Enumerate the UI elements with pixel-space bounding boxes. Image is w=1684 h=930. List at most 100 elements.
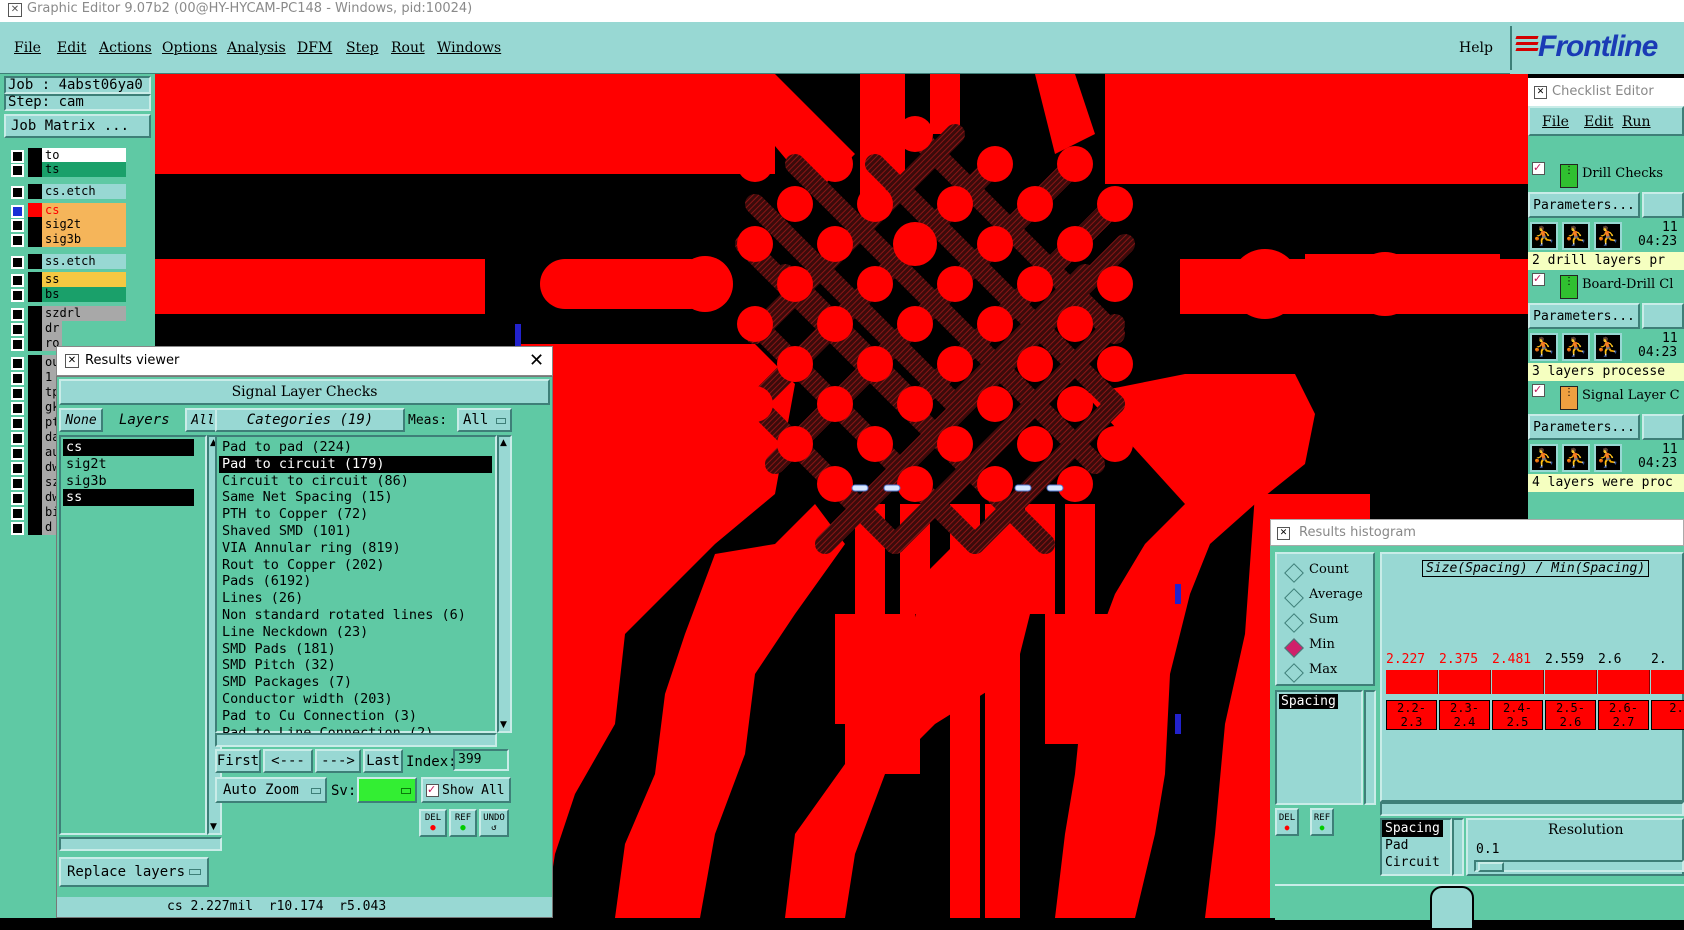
layer-checkbox[interactable] — [11, 387, 24, 400]
layer-row[interactable]: ts — [8, 162, 126, 177]
layer-checkbox[interactable] — [11, 308, 24, 321]
layer-row[interactable]: dr — [8, 321, 126, 336]
layer-row[interactable]: cs — [8, 203, 126, 218]
parameters-extra-button[interactable] — [1642, 303, 1684, 329]
run-check-icon[interactable]: ⛹ — [1530, 222, 1558, 250]
run-check-icon[interactable]: ⛹ — [1594, 333, 1622, 361]
category-list-item[interactable]: Conductor width (203) — [219, 691, 492, 708]
parameters-button[interactable]: Parameters... — [1528, 414, 1640, 440]
category-list-item[interactable]: Pad to Cu Connection (3) — [219, 708, 492, 725]
layer-checkbox[interactable] — [11, 507, 24, 520]
layer-row[interactable]: to — [8, 148, 126, 163]
prev-button[interactable]: <--- — [263, 749, 313, 773]
layer-checkbox[interactable] — [11, 432, 24, 445]
section-name[interactable]: Drill Checks — [1582, 166, 1663, 181]
parameters-extra-button[interactable] — [1642, 192, 1684, 218]
run-check-icon[interactable]: ⛹ — [1562, 222, 1590, 250]
run-check-icon[interactable]: ⛹ — [1530, 444, 1558, 472]
layer-checkbox[interactable] — [11, 256, 24, 269]
resolution-slider-thumb[interactable] — [1478, 862, 1504, 872]
categories-listbox[interactable]: Pad to pad (224) Pad to circuit (179) Circ… — [215, 435, 497, 741]
category-list-item[interactable]: VIA Annular ring (819) — [219, 540, 492, 557]
histogram-type-scrollbar[interactable] — [1452, 818, 1464, 876]
menu-analysis[interactable]: Analysis — [227, 40, 286, 56]
layer-row[interactable]: sig3b — [8, 232, 126, 247]
mode-radio-max[interactable] — [1284, 663, 1304, 683]
ref-button[interactable]: REF ● — [449, 809, 477, 837]
undo-button[interactable]: UNDO ↺ — [479, 809, 509, 837]
histogram-left-list[interactable]: Spacing — [1275, 690, 1363, 805]
category-list-item[interactable]: Pads (6192) — [219, 573, 492, 590]
section-checkbox[interactable]: ✓ — [1532, 384, 1545, 397]
menu-rout[interactable]: Rout — [391, 40, 425, 56]
category-list-item[interactable]: Line Neckdown (23) — [219, 624, 492, 641]
category-list-item[interactable]: SMD Pitch (32) — [219, 657, 492, 674]
layer-checkbox[interactable] — [11, 447, 24, 460]
layers-listbox[interactable]: cs sig2t sig3b ss — [59, 435, 207, 835]
hist-ref-button[interactable]: REF ● — [1310, 808, 1334, 836]
category-list-item[interactable]: Pad to circuit (179) — [219, 455, 492, 473]
menu-step[interactable]: Step — [346, 40, 378, 56]
layer-checkbox[interactable] — [11, 417, 24, 430]
layer-row[interactable]: cs.etch — [8, 184, 126, 199]
histogram-type-list[interactable]: Spacing Pad Circuit — [1380, 818, 1452, 876]
histogram-hscroll[interactable] — [1380, 802, 1684, 816]
section-checkbox[interactable]: ✓ — [1532, 162, 1545, 175]
hist-del-button[interactable]: DEL ● — [1275, 808, 1299, 836]
menu-file[interactable]: File — [14, 40, 41, 56]
histogram-bar[interactable] — [1545, 670, 1597, 694]
type-list-item[interactable]: Circuit — [1382, 854, 1450, 871]
first-button[interactable]: First — [215, 749, 261, 773]
category-list-item[interactable]: SMD Pads (181) — [219, 641, 492, 658]
category-list-item[interactable]: Non standard rotated lines (6) — [219, 607, 492, 624]
layer-list-item[interactable]: sig2t — [63, 456, 194, 473]
run-check-icon[interactable]: ⛹ — [1530, 333, 1558, 361]
section-name[interactable]: Signal Layer C — [1582, 388, 1680, 403]
parameters-extra-button[interactable] — [1642, 414, 1684, 440]
scroll-down-icon[interactable]: ▼ — [500, 720, 507, 730]
category-list-item[interactable]: Same Net Spacing (15) — [219, 489, 492, 506]
layer-checkbox[interactable] — [11, 186, 24, 199]
checklist-menu-file[interactable]: File — [1542, 114, 1569, 130]
replace-layers-button[interactable]: Replace layers — [59, 857, 209, 887]
layer-checkbox[interactable] — [11, 289, 24, 302]
menu-edit[interactable]: Edit — [57, 40, 86, 56]
category-list-item[interactable]: Pad to pad (224) — [219, 439, 492, 456]
category-list-item[interactable]: Circuit to circuit (86) — [219, 473, 492, 490]
index-input[interactable]: 399 — [453, 749, 509, 771]
histogram-left-item[interactable]: Spacing — [1279, 694, 1338, 709]
meas-dropdown[interactable]: All — [457, 408, 512, 432]
layer-row[interactable]: szdrl — [8, 306, 126, 321]
last-button[interactable]: Last — [363, 749, 403, 773]
layer-row[interactable]: sig2t — [8, 217, 126, 232]
layer-row[interactable]: bs — [8, 287, 126, 302]
category-list-item[interactable]: Shaved SMD (101) — [219, 523, 492, 540]
close-icon[interactable]: ✕ — [529, 350, 544, 371]
histogram-bar[interactable] — [1492, 670, 1544, 694]
mode-radio-sum[interactable] — [1284, 613, 1304, 633]
layer-list-item[interactable]: cs — [63, 439, 194, 456]
histogram-bar[interactable] — [1598, 670, 1650, 694]
histogram-bar[interactable] — [1439, 670, 1491, 694]
layer-checkbox[interactable] — [11, 372, 24, 385]
none-button[interactable]: None — [59, 408, 103, 432]
auto-zoom-dropdown[interactable]: Auto Zoom — [215, 777, 327, 803]
histogram-bar[interactable] — [1651, 670, 1684, 694]
type-list-item[interactable]: Spacing — [1382, 820, 1443, 837]
categories-scrollbar[interactable]: ▲ ▼ — [497, 435, 512, 733]
sv-color-dropdown[interactable] — [357, 777, 417, 803]
layer-checkbox[interactable] — [11, 234, 24, 247]
menu-help[interactable]: Help — [1459, 40, 1493, 56]
layer-checkbox[interactable] — [11, 492, 24, 505]
layer-checkbox[interactable] — [11, 522, 24, 535]
checklist-menu-run[interactable]: Run — [1622, 114, 1651, 130]
layer-checkbox[interactable] — [11, 402, 24, 415]
job-matrix-button[interactable]: Job Matrix ... — [4, 114, 151, 138]
category-list-item[interactable]: Lines (26) — [219, 590, 492, 607]
layer-checkbox[interactable] — [11, 338, 24, 351]
checklist-menu-edit[interactable]: Edit — [1584, 114, 1613, 130]
del-button[interactable]: DEL ● — [419, 809, 447, 837]
section-checkbox[interactable]: ✓ — [1532, 273, 1545, 286]
parameters-button[interactable]: Parameters... — [1528, 303, 1640, 329]
run-check-icon[interactable]: ⛹ — [1594, 222, 1622, 250]
